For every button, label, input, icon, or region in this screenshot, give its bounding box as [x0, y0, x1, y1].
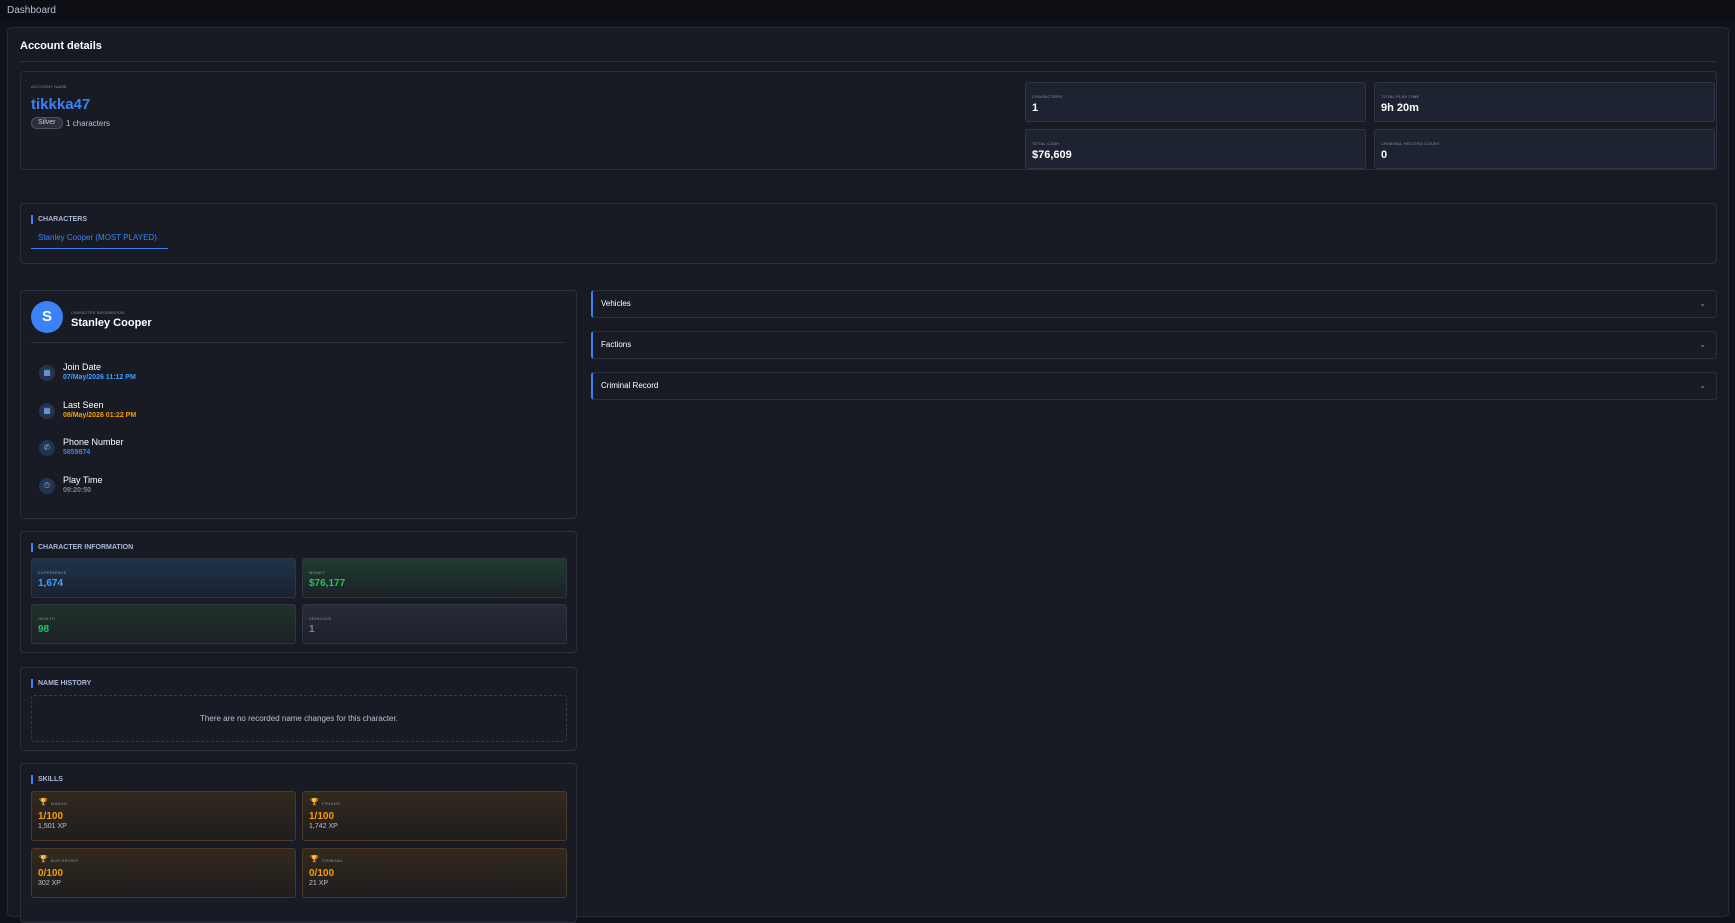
calendar-icon: ▦: [39, 365, 55, 381]
chevron-down-icon[interactable]: ⌄: [1699, 340, 1706, 349]
play-time-label: Play Time: [63, 475, 103, 485]
skill-xp: 21 XP: [309, 880, 329, 887]
account-name: tikkka47: [31, 96, 91, 113]
stat-label: CRIMINAL RECORD COUNT: [1381, 141, 1441, 146]
tab-stanley-cooper[interactable]: Stanley Cooper (MOST PLAYED): [31, 231, 168, 249]
divider: [20, 61, 1716, 62]
avatar: S: [31, 301, 63, 333]
trophy-icon: 🏆: [310, 799, 319, 806]
health-value: 98: [38, 624, 50, 635]
stat-label: TOTAL CASH: [1032, 141, 1060, 146]
experience-value: 1,674: [38, 578, 64, 589]
skill-xp: 302 XP: [38, 880, 61, 887]
last-seen-label: Last Seen: [63, 400, 104, 410]
accordion-vehicles[interactable]: Vehicles ⌄: [591, 290, 1717, 318]
health-card: HEALTH 98: [31, 604, 296, 644]
phone-number-value: 5859874: [63, 449, 91, 456]
money-card: MONEY $76,177: [302, 558, 567, 598]
characters-count: 1 characters: [66, 119, 111, 128]
trophy-icon: 🏆: [310, 856, 319, 863]
skill-level: 0/100: [309, 868, 335, 879]
trophy-icon: 🏆: [39, 856, 48, 863]
character-name: Stanley Cooper: [71, 317, 152, 329]
skill-mining: 🏆 MINING 1/100 1,501 XP: [31, 791, 296, 841]
characters-card: CHARACTERS Stanley Cooper (MOST PLAYED): [20, 203, 1717, 264]
vehicles-value: 1: [309, 624, 315, 635]
stat-total-play-time: TOTAL PLAY TIME 9h 20m: [1374, 82, 1715, 122]
skill-name: BUS DRIVER: [51, 858, 79, 863]
skill-xp: 1,501 XP: [38, 823, 67, 830]
stat-value: $76,609: [1032, 149, 1072, 161]
account-details-panel: Account details ACCOUNT NAME tikkka47 Si…: [7, 27, 1729, 923]
page-title: Account details: [20, 40, 102, 52]
account-summary-card: ACCOUNT NAME tikkka47 Silver 1 character…: [20, 71, 1717, 170]
skill-criminal: 🏆 CRIMINAL 0/100 21 XP: [302, 848, 567, 898]
accordion-title: Vehicles: [601, 299, 631, 308]
money-label: MONEY: [309, 570, 326, 575]
skill-level: 1/100: [309, 811, 335, 822]
calendar-icon: ▦: [39, 403, 55, 419]
skills-heading: SKILLS: [31, 775, 63, 784]
stat-characters: CHARACTERS 1: [1025, 82, 1366, 122]
tier-badge: Silver: [31, 117, 63, 129]
vehicles-label: VEHICLES: [309, 616, 332, 621]
skill-xp: 1,742 XP: [309, 823, 338, 830]
trophy-icon: 🏆: [39, 799, 48, 806]
character-information-card: CHARACTER INFORMATION EXPERIENCE 1,674 M…: [20, 531, 577, 653]
account-name-label: ACCOUNT NAME: [31, 84, 67, 89]
vehicles-card: VEHICLES 1: [302, 604, 567, 644]
skills-card: SKILLS 🏆 MINING 1/100 1,501 XP 🏆 FISHING…: [20, 763, 577, 923]
name-history-heading: NAME HISTORY: [31, 679, 91, 688]
name-history-card: NAME HISTORY There are no recorded name …: [20, 667, 577, 751]
stat-total-cash: TOTAL CASH $76,609: [1025, 129, 1366, 169]
skill-bus-driver: 🏆 BUS DRIVER 0/100 302 XP: [31, 848, 296, 898]
character-information-heading: CHARACTER INFORMATION: [31, 543, 133, 552]
stat-criminal-record-count: CRIMINAL RECORD COUNT 0: [1374, 129, 1715, 169]
chevron-down-icon[interactable]: ⌄: [1699, 381, 1706, 390]
profile-caption: CHARACTER INFORMATION: [71, 311, 125, 315]
stat-label: CHARACTERS: [1032, 94, 1063, 99]
characters-heading: CHARACTERS: [31, 215, 87, 224]
experience-label: EXPERIENCE: [38, 570, 67, 575]
skill-fishing: 🏆 FISHING 1/100 1,742 XP: [302, 791, 567, 841]
divider: [31, 342, 566, 343]
breadcrumb[interactable]: Dashboard: [0, 0, 1735, 22]
stat-value: 0: [1381, 149, 1388, 161]
stat-value: 9h 20m: [1381, 102, 1419, 114]
name-history-empty: There are no recorded name changes for t…: [31, 695, 567, 742]
skill-name: CRIMINAL: [322, 858, 344, 863]
skill-level: 0/100: [38, 868, 64, 879]
phone-number-label: Phone Number: [63, 437, 124, 447]
breadcrumb-dashboard[interactable]: Dashboard: [7, 5, 56, 16]
stat-value: 1: [1032, 102, 1039, 114]
chevron-down-icon[interactable]: ⌄: [1699, 299, 1706, 308]
stopwatch-icon: ⏱: [39, 478, 55, 494]
last-seen-value: 08/May/2026 01:22 PM: [63, 412, 137, 419]
accordion-title: Criminal Record: [601, 381, 659, 390]
join-date-label: Join Date: [63, 362, 102, 372]
accordion-factions[interactable]: Factions ⌄: [591, 331, 1717, 359]
play-time-value: 09:20:50: [63, 487, 92, 494]
money-value: $76,177: [309, 578, 346, 589]
health-label: HEALTH: [38, 616, 56, 621]
accordion-title: Factions: [601, 340, 632, 349]
stat-label: TOTAL PLAY TIME: [1381, 94, 1420, 99]
accordion-criminal-record[interactable]: Criminal Record ⌄: [591, 372, 1717, 400]
experience-card: EXPERIENCE 1,674: [31, 558, 296, 598]
phone-icon: ✆: [39, 440, 55, 456]
join-date-value: 07/May/2026 11:12 PM: [63, 374, 136, 381]
skill-level: 1/100: [38, 811, 64, 822]
skill-name: MINING: [51, 801, 68, 806]
skill-name: FISHING: [322, 801, 341, 806]
character-profile-card: S CHARACTER INFORMATION Stanley Cooper ▦…: [20, 290, 577, 519]
